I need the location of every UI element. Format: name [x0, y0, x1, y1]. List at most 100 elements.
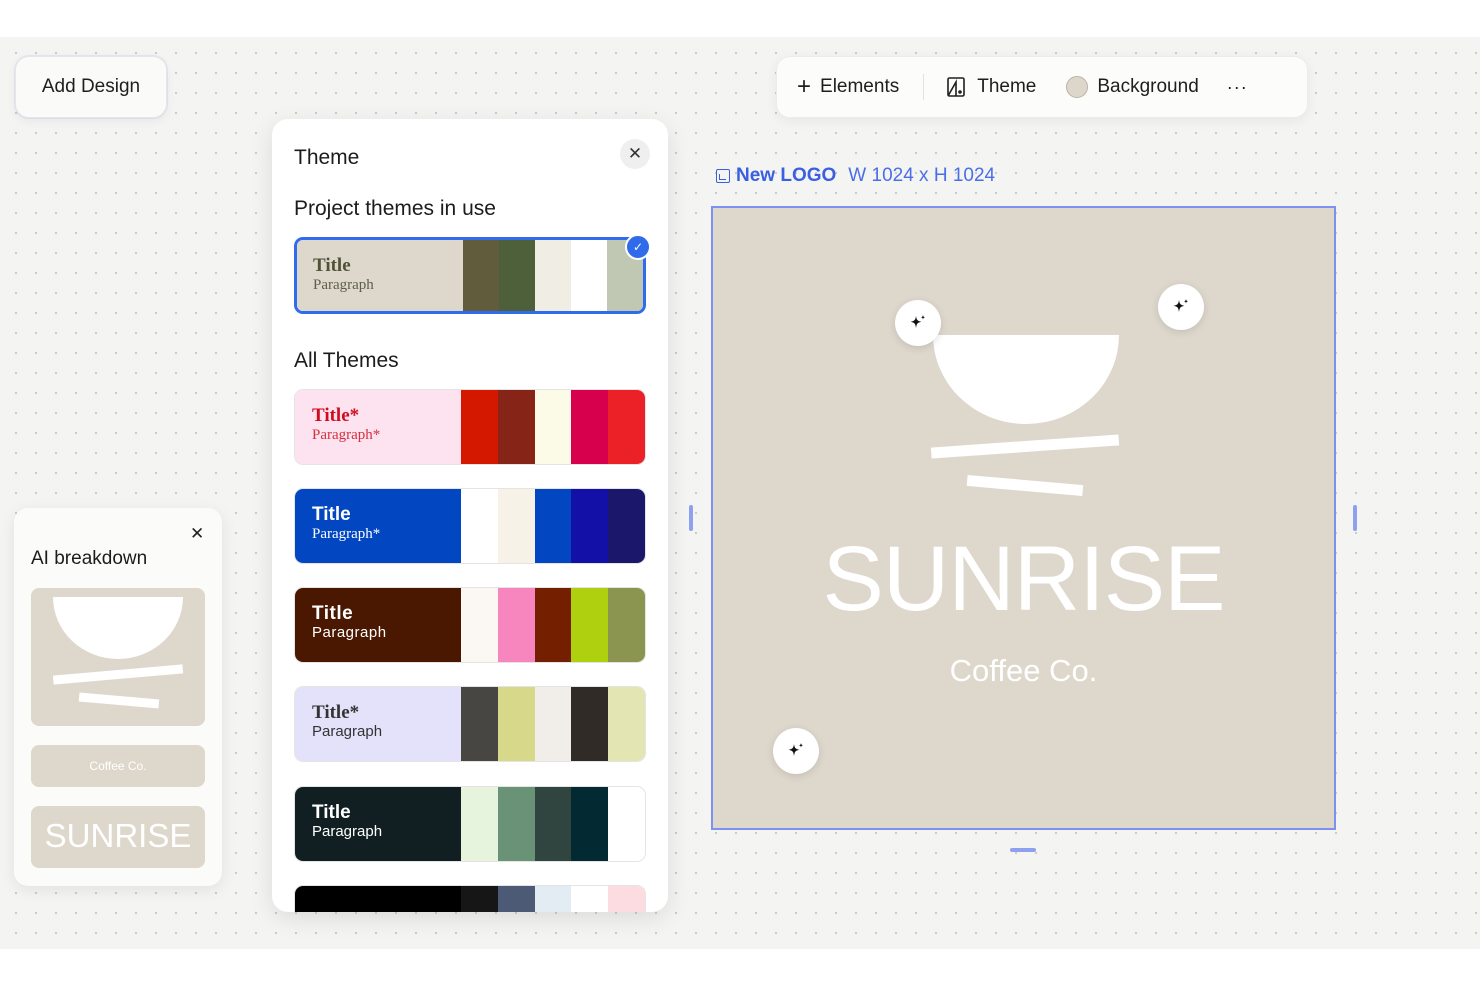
all-themes-heading: All Themes — [294, 349, 399, 372]
theme-preview-text: Title Paragraph* — [295, 489, 461, 563]
cup-symbol-icon — [52, 597, 184, 709]
theme-preview-text: Title Paragraph — [295, 787, 461, 861]
swatch — [571, 489, 609, 563]
theme-preview-text: Title* Paragraph — [295, 687, 461, 761]
theme-swatches — [463, 240, 643, 311]
background-label: Background — [1097, 76, 1199, 97]
swatch — [463, 240, 499, 311]
check-icon: ✓ — [625, 234, 651, 260]
swatch — [461, 687, 498, 761]
theme-swatches — [461, 687, 645, 761]
ai-sparkle-button[interactable] — [773, 728, 819, 774]
ai-tile-wordmark-text: SUNRISE — [44, 817, 192, 854]
theme-preview-text: Title Paragraph — [295, 588, 461, 662]
swatch — [608, 787, 645, 861]
resize-handle-right[interactable] — [1353, 505, 1357, 531]
ai-breakdown-title: AI breakdown — [31, 548, 148, 569]
theme-paragraph-sample: Paragraph* — [312, 525, 381, 542]
swatch — [608, 687, 645, 761]
theme-paragraph-sample: Paragraph — [312, 722, 383, 740]
theme-card-in-use[interactable]: Title Paragraph — [294, 237, 646, 314]
swatch — [497, 588, 535, 662]
ai-tile-wordmark[interactable]: SUNRISE — [31, 806, 205, 868]
swatch — [461, 588, 498, 662]
swatch — [461, 787, 498, 861]
ai-sparkle-button[interactable] — [1158, 284, 1204, 330]
theme-card[interactable]: Title Paragraph* — [294, 488, 646, 564]
swatch — [608, 886, 645, 912]
logo-tagline[interactable]: Coffee Co. — [713, 655, 1334, 686]
theme-paragraph-sample: Paragraph — [312, 623, 387, 641]
ai-tile-tagline[interactable]: Coffee Co. — [31, 745, 205, 787]
theme-preview-text — [295, 886, 461, 912]
swatch — [608, 390, 645, 464]
logo-artboard[interactable]: SUNRISE Coffee Co. — [711, 206, 1336, 830]
plus-icon: + — [797, 73, 812, 100]
logo-wordmark[interactable]: SUNRISE — [713, 533, 1334, 625]
elements-button[interactable]: + Elements — [797, 75, 899, 99]
theme-title-sample: Title* — [312, 405, 360, 426]
resize-handle-left[interactable] — [689, 505, 693, 531]
theme-card[interactable]: Title* Paragraph — [294, 686, 646, 762]
theme-card[interactable] — [294, 885, 646, 912]
theme-card[interactable]: Title* Paragraph* — [294, 389, 646, 465]
swatch — [534, 886, 572, 912]
swatch — [497, 687, 535, 761]
swatch — [497, 390, 535, 464]
swatch — [534, 588, 572, 662]
logo-frame-label[interactable]: New LOGO W 1024 x H 1024 — [716, 165, 995, 187]
add-design-button[interactable]: Add Design — [15, 56, 167, 118]
theme-title-sample: Title — [312, 603, 354, 624]
swatch — [608, 489, 645, 563]
theme-preview-text: Title* Paragraph* — [295, 390, 461, 464]
close-icon[interactable]: ✕ — [620, 139, 650, 169]
sparkle-icon — [788, 743, 804, 756]
sparkle-icon — [910, 315, 926, 328]
swatch — [571, 588, 609, 662]
panel-title: Theme — [294, 146, 360, 169]
theme-button[interactable]: Theme — [944, 75, 1036, 99]
theme-title-sample: Title — [312, 504, 351, 525]
frame-icon — [716, 169, 730, 183]
swatch — [497, 489, 535, 563]
swatch — [571, 687, 609, 761]
logo-name: New LOGO — [736, 165, 837, 186]
theme-swatches — [461, 886, 645, 912]
theme-card[interactable]: Title Paragraph — [294, 786, 646, 862]
theme-icon — [947, 77, 966, 97]
theme-panel: Theme ✕ Project themes in use ✓ Title Pa… — [272, 119, 668, 912]
theme-swatches — [461, 489, 645, 563]
sparkle-icon — [1173, 299, 1189, 312]
theme-title-sample: Title — [313, 255, 351, 276]
swatch — [535, 240, 571, 311]
swatch — [461, 489, 498, 563]
theme-card[interactable]: Title Paragraph — [294, 587, 646, 663]
swatch — [571, 787, 609, 861]
swatch — [499, 240, 535, 311]
close-icon[interactable]: ✕ — [190, 524, 204, 544]
swatch — [497, 787, 535, 861]
top-toolbar: + Elements Theme Background ··· — [776, 56, 1308, 118]
swatch — [497, 886, 535, 912]
more-options-icon[interactable]: ··· — [1227, 77, 1248, 98]
theme-swatches — [461, 787, 645, 861]
elements-label: Elements — [820, 76, 900, 97]
in-use-heading: Project themes in use — [294, 197, 496, 220]
swatch — [608, 588, 645, 662]
swatch — [461, 390, 498, 464]
ai-tile-icon[interactable] — [31, 588, 205, 726]
ai-sparkle-button[interactable] — [895, 300, 941, 346]
swatch — [534, 489, 572, 563]
theme-paragraph-sample: Paragraph — [312, 822, 383, 840]
ai-tile-tagline-text: Coffee Co. — [89, 759, 147, 773]
swatch — [534, 687, 572, 761]
theme-label: Theme — [977, 76, 1037, 97]
background-button[interactable]: Background — [1066, 76, 1199, 98]
theme-paragraph-sample: Paragraph — [313, 276, 374, 293]
resize-handle-bottom[interactable] — [1010, 848, 1036, 852]
theme-swatches — [461, 588, 645, 662]
background-swatch — [1066, 76, 1089, 98]
swatch — [571, 886, 609, 912]
swatch — [534, 390, 572, 464]
theme-title-sample: Title — [312, 802, 351, 823]
